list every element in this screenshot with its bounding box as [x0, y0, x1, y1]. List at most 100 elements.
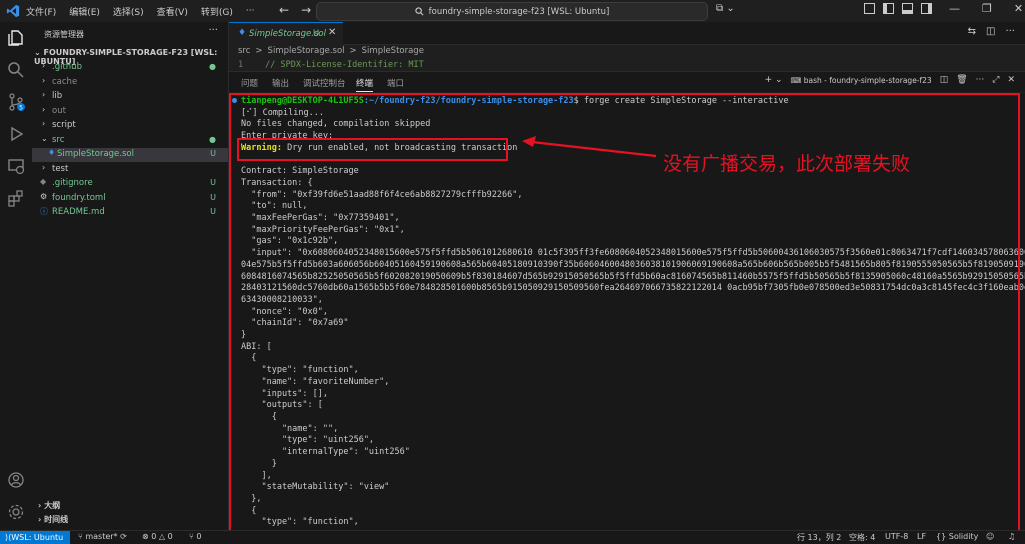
tree-item-foundry-toml[interactable]: ⚙ foundry.toml U	[32, 192, 228, 206]
copilot-icon[interactable]: ⧉ ⌄	[716, 3, 735, 14]
tree-item-cache[interactable]: › cache	[32, 76, 228, 90]
status-bar: ⟩⟨ WSL: Ubuntu ⑂ master* ⟳ ⊗ 0 △ 0 ⑂ 0 行…	[0, 530, 1025, 544]
source-control-icon[interactable]: 5	[6, 92, 26, 112]
minimize-icon[interactable]: —	[949, 2, 960, 15]
tree-item-lib[interactable]: › lib	[32, 90, 228, 104]
tab-ports[interactable]: 端口	[387, 77, 404, 89]
cursor-position[interactable]: 行 13，列 2	[797, 532, 841, 543]
tree-item-readme[interactable]: ⓘ README.md U	[32, 206, 228, 220]
line-ending[interactable]: LF	[917, 532, 926, 541]
chevron-right-icon: ›	[42, 90, 46, 99]
ports-indicator[interactable]: ⑂ 0	[189, 532, 201, 541]
breadcrumb-separator: >	[349, 46, 357, 56]
menu-go[interactable]: 转到(G)	[201, 5, 233, 18]
forward-arrow-icon[interactable]: →	[301, 3, 311, 17]
braces-icon: {}	[936, 532, 949, 541]
chevron-right-icon: ›	[42, 105, 46, 114]
tree-item-github[interactable]: › .github ●	[32, 61, 228, 75]
menu-more[interactable]: ···	[246, 6, 255, 16]
tree-item-simplestorage-sol[interactable]: ♦ SimpleStorage.sol U	[32, 148, 228, 162]
notifications-bell-icon[interactable]: ♫	[1008, 532, 1015, 541]
extensions-icon[interactable]	[6, 188, 26, 208]
back-arrow-icon[interactable]: ←	[279, 3, 289, 17]
toggle-panel-icon[interactable]	[902, 3, 913, 14]
tree-item-script[interactable]: › script	[32, 119, 228, 133]
tab-terminal[interactable]: 终端	[356, 77, 374, 92]
close-window-icon[interactable]: ✕	[1014, 2, 1023, 15]
more-actions-icon[interactable]: ···	[208, 25, 218, 36]
problems-indicator[interactable]: ⊗ 0 △ 0	[142, 532, 173, 541]
tab-debug-console[interactable]: 调试控制台	[303, 77, 346, 89]
compare-icon[interactable]: ⇆	[968, 26, 976, 37]
command-center-search[interactable]: foundry-simple-storage-f23 [WSL: Ubuntu]	[316, 2, 708, 21]
menu-file[interactable]: 文件(F)	[26, 5, 56, 18]
tree-item-gitignore[interactable]: ◆ .gitignore U	[32, 177, 228, 191]
title-bar: 文件(F) 编辑(E) 选择(S) 查看(V) 转到(G) ··· ← → fo…	[0, 0, 1025, 23]
outline-section[interactable]: › 大纲	[32, 500, 228, 514]
kill-terminal-icon[interactable]: 🗑	[956, 75, 967, 85]
remote-indicator[interactable]: ⟩⟨ WSL: Ubuntu	[0, 531, 70, 544]
close-panel-icon[interactable]: ✕	[1007, 75, 1015, 85]
explorer-icon[interactable]	[6, 28, 26, 48]
explorer-sidebar: 资源管理器 ··· ⌄ FOUNDRY-SIMPLE-STORAGE-F23 […	[32, 22, 229, 530]
info-file-icon: ⓘ	[40, 207, 48, 216]
chevron-down-icon: ⌄	[34, 48, 44, 57]
run-debug-icon[interactable]	[6, 124, 26, 144]
tree-item-src[interactable]: ⌄ src ●	[32, 134, 228, 148]
tab-problems[interactable]: 问题	[241, 77, 258, 89]
new-terminal-icon[interactable]: + ⌄	[765, 75, 783, 85]
account-icon[interactable]	[6, 470, 26, 490]
tree-item-out[interactable]: › out	[32, 105, 228, 119]
breadcrumb-file[interactable]: SimpleStorage.sol	[268, 46, 345, 56]
search-icon[interactable]	[6, 60, 26, 80]
breadcrumb-symbol[interactable]: SimpleStorage	[362, 46, 424, 56]
tab-simplestorage-sol[interactable]: ♦ SimpleStorage.sol U ✕	[229, 22, 343, 45]
split-terminal-icon[interactable]: ◫	[940, 75, 949, 85]
solidity-file-icon: ♦	[48, 148, 56, 157]
split-editor-icon[interactable]: ◫	[986, 26, 995, 37]
menu-bar: 文件(F) 编辑(E) 选择(S) 查看(V) 转到(G) ···	[26, 0, 267, 22]
breadcrumb-separator: >	[255, 46, 263, 56]
breadcrumb-src[interactable]: src	[238, 46, 250, 56]
explorer-title: 资源管理器	[44, 30, 84, 39]
encoding[interactable]: UTF-8	[885, 532, 908, 541]
breadcrumb: src > SimpleStorage.sol > SimpleStorage	[238, 46, 424, 56]
activity-bar: 5	[0, 22, 33, 530]
menu-view[interactable]: 查看(V)	[157, 5, 188, 18]
annotation-text: 没有广播交易，此次部署失败	[663, 153, 911, 175]
command-center-label: foundry-simple-storage-f23 [WSL: Ubuntu]	[428, 6, 610, 17]
language-mode[interactable]: {} Solidity	[936, 532, 978, 541]
timeline-section[interactable]: › 时间线	[32, 514, 228, 528]
toggle-sidebar-icon[interactable]	[883, 3, 894, 14]
editor-tab-bar: ♦ SimpleStorage.sol U ✕ ⇆ ◫ ···	[229, 22, 1025, 45]
more-actions-icon[interactable]: ···	[1005, 26, 1015, 37]
layout-icon[interactable]	[864, 3, 875, 14]
menu-selection[interactable]: 选择(S)	[113, 5, 144, 18]
search-icon	[415, 7, 424, 16]
restore-icon[interactable]: ❐	[982, 2, 992, 15]
terminal-icon: ⌨	[790, 75, 804, 85]
copilot-status-icon[interactable]: ☺	[986, 532, 994, 541]
toggle-secondary-sidebar-icon[interactable]	[921, 3, 932, 14]
tab-output[interactable]: 输出	[272, 77, 289, 89]
maximize-panel-icon[interactable]: ⤢	[992, 75, 999, 85]
annotation-arrow-icon	[522, 136, 657, 158]
git-branch[interactable]: ⑂ master* ⟳	[78, 532, 127, 541]
tree-item-test[interactable]: › test	[32, 163, 228, 177]
remote-explorer-icon[interactable]	[6, 156, 26, 176]
code-line[interactable]: 1// SPDX-License-Identifier: MIT	[238, 60, 424, 70]
close-icon[interactable]: ✕	[328, 27, 336, 38]
warning-highlight-box	[237, 138, 508, 161]
panel-tab-bar: 问题 输出 调试控制台 终端 端口 + ⌄ ⌨ bash - foundry-s…	[229, 71, 1025, 92]
more-actions-icon[interactable]: ···	[976, 75, 985, 85]
indentation[interactable]: 空格: 4	[849, 532, 875, 543]
chevron-down-icon: ⌄	[41, 134, 48, 143]
terminal-shell-label[interactable]: ⌨ bash - foundry-simple-storage-f23	[791, 76, 932, 85]
solidity-file-icon: ♦	[238, 28, 247, 38]
svg-text:5: 5	[19, 105, 23, 112]
chevron-right-icon: ›	[42, 119, 46, 128]
menu-edit[interactable]: 编辑(E)	[69, 5, 100, 18]
chevron-right-icon: ›	[42, 61, 46, 70]
settings-gear-icon[interactable]	[6, 502, 26, 522]
chevron-right-icon: ›	[42, 76, 46, 85]
